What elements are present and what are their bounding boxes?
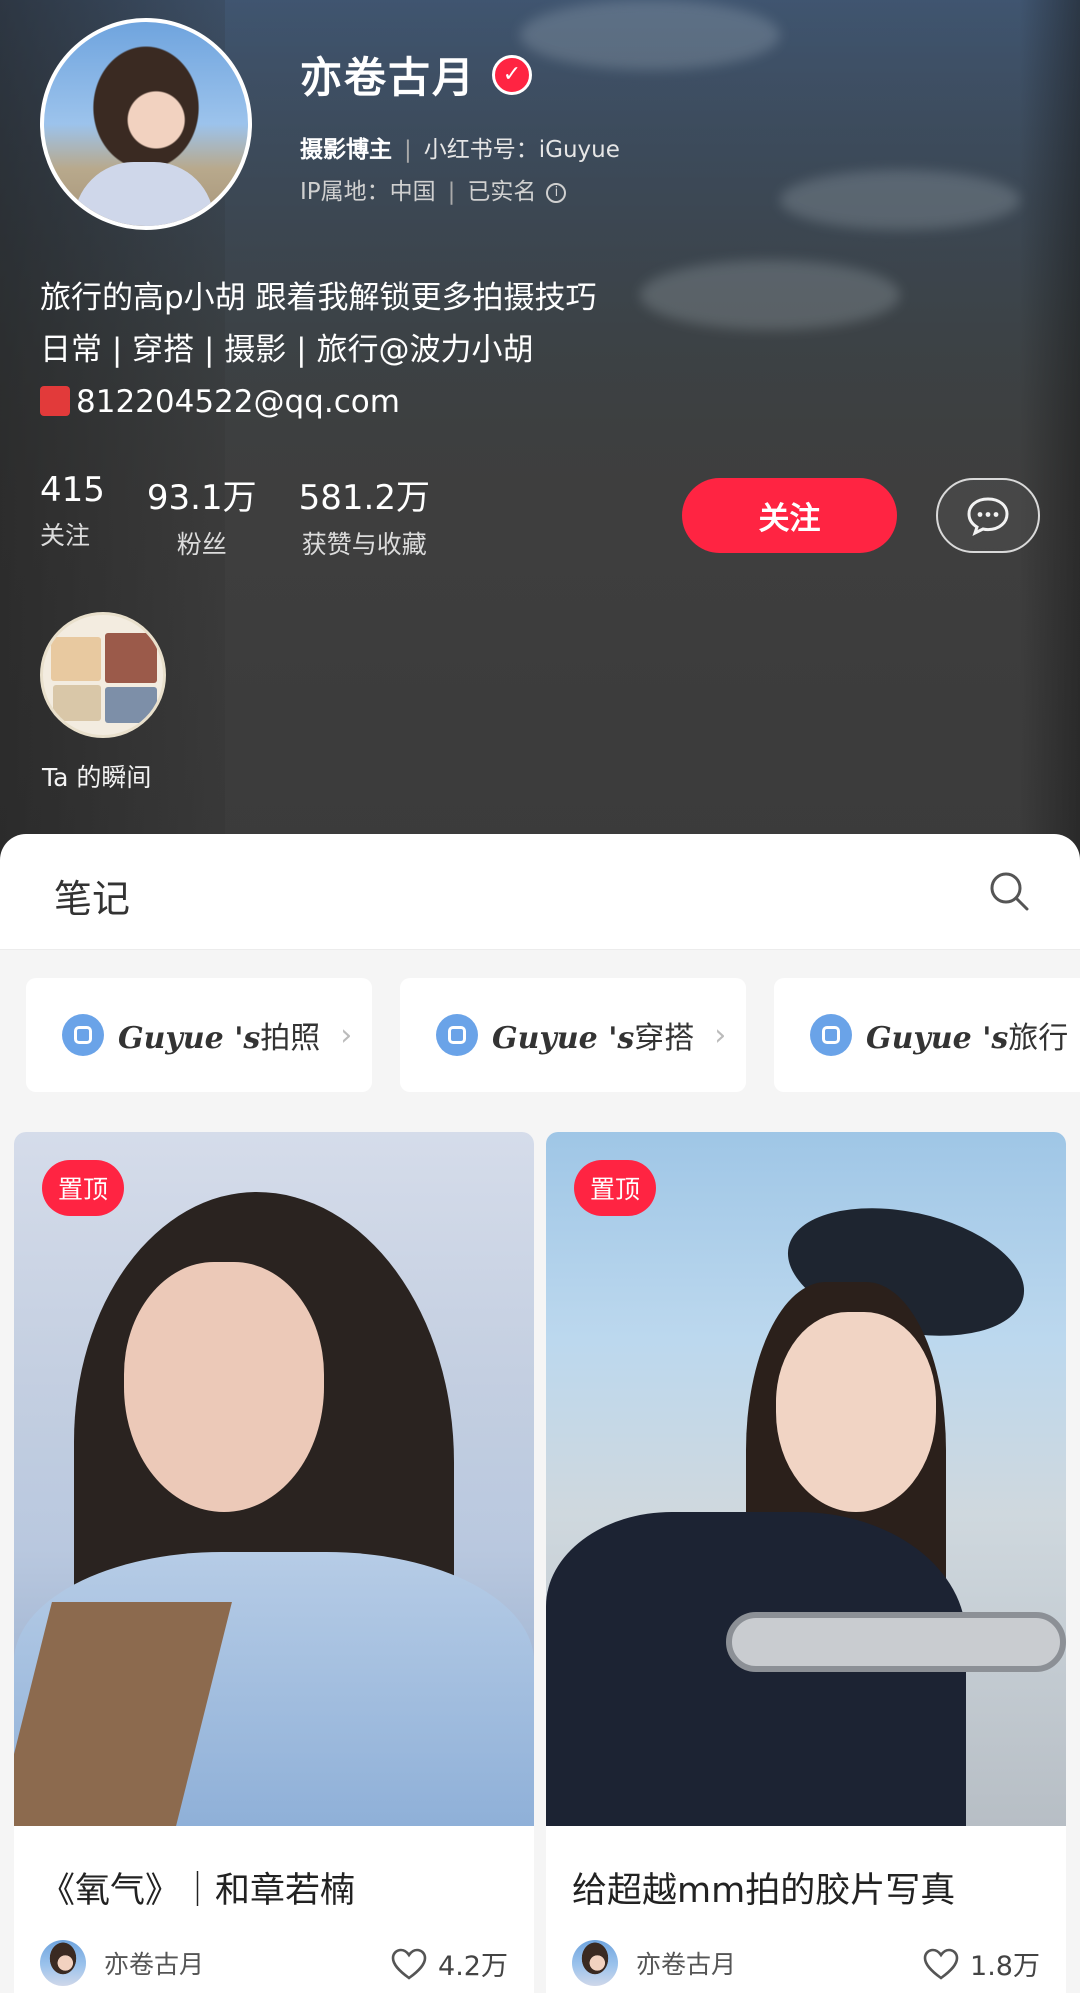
mailbox-icon	[40, 385, 70, 416]
stat-label: 关注	[40, 521, 91, 550]
ip-value: 中国	[389, 179, 436, 205]
collection-chip[interactable]: Guyue 's旅行 ›	[774, 978, 1080, 1092]
note-title: 给超越mm拍的胶片写真	[572, 1871, 956, 1911]
stat-value: 93.1万	[146, 478, 257, 518]
moment-collage-tile	[105, 633, 157, 683]
note-author[interactable]: 亦卷古月	[572, 1940, 736, 1986]
author-name: 亦卷古月	[104, 1950, 205, 1979]
profile-avatar[interactable]	[40, 18, 252, 230]
notes-feed: 置顶 《氧气》｜和章若楠 亦卷古月 4.2万 置顶 给超越mm拍的胶片写真 亦卷…	[0, 1100, 1080, 1993]
stat-value: 415	[40, 470, 105, 510]
moment-collage-tile	[105, 687, 157, 723]
bio-email: 812204522@qq.com	[76, 384, 400, 420]
profile-bio: 旅行的高p小胡 跟着我解锁更多拍摄技巧 日常 | 穿搭 | 摄影 | 旅行@波力…	[40, 272, 597, 428]
follow-button[interactable]: 关注	[682, 478, 897, 553]
account-label: 小红书号：	[423, 137, 539, 163]
ip-label: IP属地：	[300, 179, 390, 205]
note-cover-image[interactable]	[546, 1132, 1066, 1826]
profile-role: 摄影博主	[300, 137, 392, 163]
name-row: 亦卷古月 ✓	[300, 44, 533, 105]
moment-label: Ta 的瞬间	[42, 763, 152, 792]
stat-following[interactable]: 415 关注	[40, 470, 105, 561]
profile-ip-line: IP属地：中国 | 已实名 i	[300, 172, 567, 206]
portrait-face	[124, 1262, 324, 1512]
stat-value: 581.2万	[298, 478, 430, 518]
cloud-decoration	[640, 260, 900, 330]
collection-icon	[436, 1014, 478, 1056]
author-avatar	[40, 1940, 86, 1986]
pinned-badge: 置顶	[42, 1160, 125, 1216]
collection-icon	[62, 1014, 104, 1056]
cloud-decoration	[780, 170, 1020, 230]
message-button[interactable]	[936, 478, 1040, 553]
moment-collage-tile	[51, 637, 101, 681]
collection-label: Guyue 's拍照	[118, 1021, 321, 1056]
collection-chip[interactable]: Guyue 's拍照 ›	[26, 978, 372, 1092]
profile-stats: 415 关注 93.1万 粉丝 581.2万 获赞与收藏	[40, 470, 430, 561]
author-name: 亦卷古月	[636, 1950, 737, 1979]
bio-line: 日常 | 穿搭 | 摄影 | 旅行@波力小胡	[40, 332, 534, 368]
note-card[interactable]: 置顶 《氧气》｜和章若楠 亦卷古月 4.2万	[14, 1132, 534, 1993]
chat-bubble-icon	[967, 496, 1009, 536]
note-cover-image[interactable]	[14, 1132, 534, 1826]
like-button[interactable]: 1.8万	[922, 1944, 1040, 1983]
window-frame-decoration	[1020, 0, 1080, 860]
collection-chip[interactable]: Guyue 's穿搭 ›	[400, 978, 746, 1092]
profile-name: 亦卷古月	[300, 53, 477, 102]
avatar-figure	[74, 162, 214, 226]
verified-check-icon: ✓	[492, 54, 533, 95]
collection-icon	[810, 1014, 852, 1056]
chevron-right-icon: ›	[340, 1017, 353, 1053]
bio-line: 旅行的高p小胡 跟着我解锁更多拍摄技巧	[40, 280, 597, 316]
heart-icon	[923, 1948, 959, 1980]
collection-label: Guyue 's穿搭	[492, 1021, 695, 1056]
cloud-decoration	[520, 0, 780, 70]
steering-wheel	[726, 1612, 1066, 1672]
stat-followers[interactable]: 93.1万 粉丝	[147, 470, 257, 561]
search-icon[interactable]	[988, 870, 1030, 912]
moment-thumbnail[interactable]	[40, 612, 166, 738]
bio-email-line: 812204522@qq.com	[40, 376, 597, 428]
note-card[interactable]: 置顶 给超越mm拍的胶片写真 亦卷古月 1.8万	[546, 1132, 1066, 1993]
note-title: 《氧气》｜和章若楠	[40, 1871, 356, 1911]
moment-collage-tile	[53, 685, 101, 721]
profile-meta-line: 摄影博主 | 小红书号：iGuyue	[300, 137, 620, 163]
pinned-badge: 置顶	[574, 1160, 657, 1216]
like-button[interactable]: 4.2万	[390, 1944, 508, 1983]
info-icon[interactable]: i	[546, 182, 567, 203]
stat-label: 粉丝	[176, 530, 227, 559]
heart-icon	[391, 1948, 427, 1980]
tab-notes[interactable]: 笔记	[54, 868, 130, 923]
stat-label: 获赞与收藏	[301, 530, 427, 559]
like-count: 4.2万	[438, 1951, 508, 1982]
collection-strip: Guyue 's拍照 › Guyue 's穿搭 › Guyue 's旅行 ›	[0, 950, 1080, 1100]
realname-status: 已实名	[467, 179, 537, 205]
profile-header: 亦卷古月 ✓ 摄影博主 | 小红书号：iGuyue IP属地：中国 | 已实名 i 旅行的…	[0, 0, 1080, 860]
like-count: 1.8万	[970, 1951, 1040, 1982]
chevron-right-icon: ›	[714, 1017, 727, 1053]
notes-header: 笔记	[0, 834, 1080, 950]
note-author[interactable]: 亦卷古月	[40, 1940, 204, 1986]
stat-likes-collects[interactable]: 581.2万 获赞与收藏	[299, 470, 430, 561]
portrait-face	[776, 1312, 936, 1512]
collection-label: Guyue 's旅行	[866, 1021, 1069, 1056]
notes-panel: 笔记 Guyue 's拍照 › Guyue 's穿搭 › Guyue 's旅行 …	[0, 834, 1080, 1993]
author-avatar	[572, 1940, 618, 1986]
account-id: iGuyue	[538, 137, 620, 163]
